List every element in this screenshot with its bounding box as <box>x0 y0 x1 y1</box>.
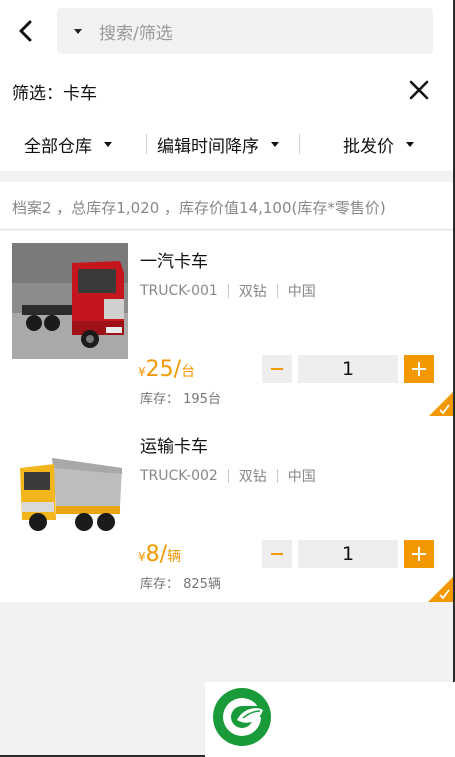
product-stock: 库存： 195台 <box>140 392 221 407</box>
search-input[interactable]: 搜索/筛选 <box>57 8 433 54</box>
price-type-label: 批发价 <box>343 136 394 157</box>
product-brand: 双钻 <box>238 284 267 300</box>
price-value: 8 <box>145 542 160 567</box>
divider <box>276 284 278 298</box>
product-meta: TRUCK-001 双钻 中国 <box>140 281 316 301</box>
product-price: ¥25/台 <box>138 357 195 382</box>
divider <box>276 469 278 483</box>
product-image-red-truck <box>12 243 128 359</box>
increase-quantity-button[interactable] <box>404 355 434 383</box>
price-type-dropdown[interactable]: 批发价 <box>343 117 414 171</box>
product-price: ¥8/辆 <box>138 542 181 567</box>
currency-symbol: ¥ <box>138 550 146 564</box>
increase-quantity-button[interactable] <box>404 540 434 568</box>
caret-down-icon <box>104 141 112 147</box>
product-image-yellow-dump-truck <box>12 428 128 544</box>
quantity-input[interactable] <box>298 540 398 568</box>
product-origin: 中国 <box>287 469 316 485</box>
product-name: 运输卡车 <box>140 437 208 457</box>
product-meta: TRUCK-002 双钻 中国 <box>140 466 316 486</box>
logo-panel <box>205 682 455 757</box>
warehouse-label: 全部仓库 <box>24 136 92 157</box>
product-item[interactable]: 一汽卡车 TRUCK-001 双钻 中国 ¥25/台 库存： 195台 <box>0 231 453 417</box>
check-corner-icon <box>428 392 453 417</box>
search-placeholder: 搜索/筛选 <box>99 23 173 44</box>
minus-icon <box>271 368 283 370</box>
divider <box>146 134 147 154</box>
price-unit: 台 <box>181 364 196 380</box>
caret-down-icon <box>271 141 279 147</box>
order-label: 编辑时间降序 <box>157 136 259 157</box>
product-brand: 双钻 <box>238 469 267 485</box>
inventory-summary: 档案2 ，总库存1,020 ，库存价值14,100(库存*零售价) <box>0 182 453 230</box>
caret-down-icon[interactable] <box>74 28 82 34</box>
price-slash: / <box>159 542 168 567</box>
app-logo <box>213 688 271 746</box>
caret-down-icon <box>406 141 414 147</box>
summary-text: 档案2 ，总库存1,020 ，库存价值14,100(库存*零售价) <box>12 199 386 217</box>
divider <box>299 134 300 154</box>
decrease-quantity-button[interactable] <box>262 540 292 568</box>
filter-label: 筛选：卡车 <box>12 84 97 104</box>
warehouse-dropdown[interactable]: 全部仓库 <box>24 117 112 171</box>
minus-icon <box>271 553 283 555</box>
quantity-input[interactable] <box>298 355 398 383</box>
product-code: TRUCK-002 <box>140 468 218 484</box>
currency-symbol: ¥ <box>138 365 146 379</box>
close-icon[interactable] <box>405 76 433 104</box>
divider <box>227 469 229 483</box>
price-unit: 辆 <box>167 549 182 565</box>
check-corner-icon <box>428 577 453 602</box>
filter-bar: 筛选：卡车 <box>0 62 453 117</box>
back-arrow-icon <box>19 20 32 42</box>
sort-bar: 全部仓库 编辑时间降序 批发价 <box>0 117 453 171</box>
divider <box>227 284 229 298</box>
decrease-quantity-button[interactable] <box>262 355 292 383</box>
top-bar: 搜索/筛选 <box>0 0 453 62</box>
price-slash: / <box>173 357 182 382</box>
order-dropdown[interactable]: 编辑时间降序 <box>157 117 279 171</box>
product-name: 一汽卡车 <box>140 252 208 272</box>
price-value: 25 <box>145 357 174 382</box>
product-origin: 中国 <box>287 284 316 300</box>
product-item[interactable]: 运输卡车 TRUCK-002 双钻 中国 ¥8/辆 库存： 825辆 <box>0 416 453 602</box>
product-stock: 库存： 825辆 <box>140 577 221 592</box>
app-screen: 搜索/筛选 筛选：卡车 全部仓库 编辑时间降序 批发价 档案2 ，总库存1,02… <box>0 0 455 757</box>
product-code: TRUCK-001 <box>140 283 218 299</box>
back-button[interactable] <box>12 16 38 46</box>
